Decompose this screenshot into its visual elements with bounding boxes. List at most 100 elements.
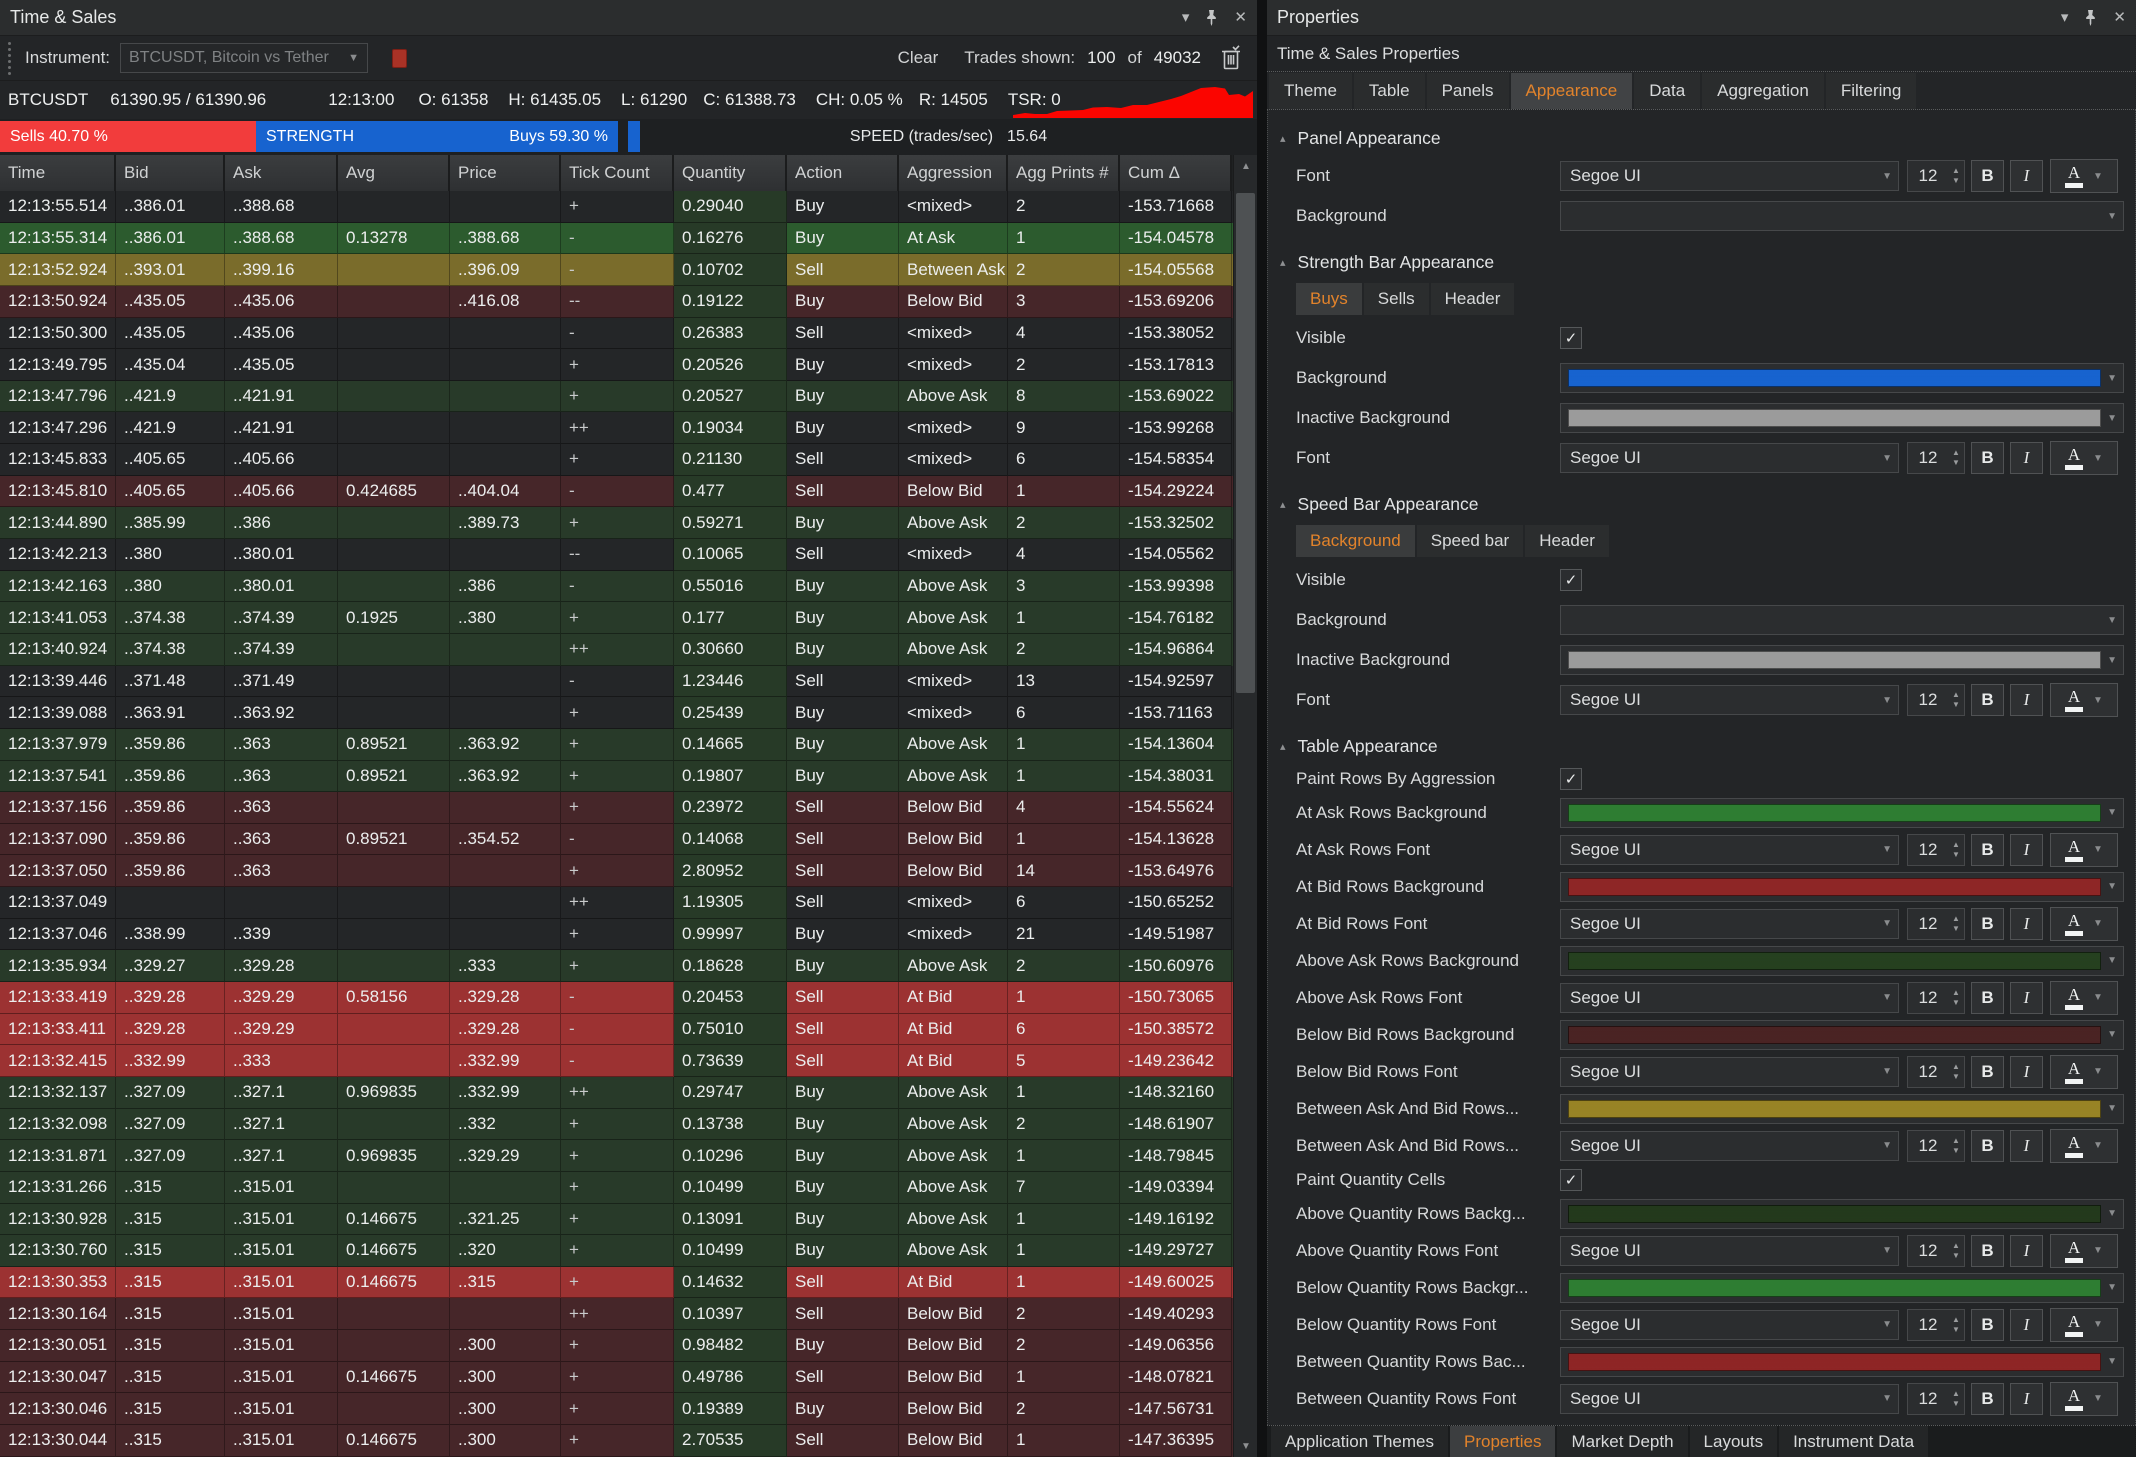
bold-button[interactable]: B — [1971, 982, 2004, 1014]
bold-button[interactable]: B — [1971, 1130, 2004, 1162]
column-header-action[interactable]: Action — [787, 155, 899, 191]
font-dropdown-below-quantity-rows-font[interactable]: Segoe UI▼ — [1560, 1310, 1899, 1340]
font-size-stepper[interactable]: 12▲▼ — [1907, 160, 1965, 192]
table-row[interactable]: 12:13:35.934..329.27..329.28..333+0.1862… — [0, 950, 1233, 982]
column-header-price[interactable]: Price — [450, 155, 561, 191]
color-dropdown-inactive-background[interactable]: ▼ — [1560, 645, 2124, 675]
font-color-button[interactable]: A▼ — [2050, 1308, 2118, 1342]
trash-icon[interactable] — [1219, 45, 1243, 71]
font-dropdown-font[interactable]: Segoe UI▼ — [1560, 685, 1899, 715]
font-dropdown-below-bid-rows-font[interactable]: Segoe UI▼ — [1560, 1057, 1899, 1087]
color-dropdown-background[interactable]: ▼ — [1560, 363, 2124, 393]
subtab-buys[interactable]: Buys — [1296, 283, 1362, 315]
table-row[interactable]: 12:13:37.049++1.19305Sell<mixed>6-150.65… — [0, 887, 1233, 919]
stepper-up-icon[interactable]: ▲ — [1952, 1316, 1960, 1324]
italic-button[interactable]: I — [2010, 442, 2043, 474]
font-dropdown-above-ask-rows-font[interactable]: Segoe UI▼ — [1560, 983, 1899, 1013]
table-row[interactable]: 12:13:30.047..315..315.010.146675..300+0… — [0, 1362, 1233, 1394]
tab-panels[interactable]: Panels — [1427, 73, 1509, 109]
stepper-down-icon[interactable]: ▼ — [1952, 1073, 1960, 1081]
close-icon[interactable]: ✕ — [1234, 10, 1247, 25]
font-color-button[interactable]: A▼ — [2050, 833, 2118, 867]
table-row[interactable]: 12:13:30.046..315..315.01..300+0.19389Bu… — [0, 1393, 1233, 1425]
table-row[interactable]: 12:13:30.164..315..315.01++0.10397SellBe… — [0, 1298, 1233, 1330]
scroll-up-icon[interactable]: ▲ — [1234, 155, 1258, 177]
font-dropdown-at-ask-rows-font[interactable]: Segoe UI▼ — [1560, 835, 1899, 865]
table-row[interactable]: 12:13:39.446..371.48..371.49-1.23446Sell… — [0, 666, 1233, 698]
bold-button[interactable]: B — [1971, 1309, 2004, 1341]
drag-grip-icon[interactable] — [8, 42, 11, 75]
panel-divider[interactable] — [1257, 0, 1267, 1457]
bold-button[interactable]: B — [1971, 1235, 2004, 1267]
stepper-down-icon[interactable]: ▼ — [1952, 999, 1960, 1007]
collapse-arrow-icon[interactable]: ▴ — [1280, 256, 1286, 269]
font-color-button[interactable]: A▼ — [2050, 159, 2118, 193]
column-header-tick-count[interactable]: Tick Count — [561, 155, 674, 191]
stepper-down-icon[interactable]: ▼ — [1952, 1400, 1960, 1408]
font-color-button[interactable]: A▼ — [2050, 907, 2118, 941]
stepper-down-icon[interactable]: ▼ — [1952, 701, 1960, 709]
column-header-bid[interactable]: Bid — [116, 155, 225, 191]
table-row[interactable]: 12:13:32.137..327.09..327.10.969835..332… — [0, 1077, 1233, 1109]
font-color-button[interactable]: A▼ — [2050, 1234, 2118, 1268]
tab-table[interactable]: Table — [1354, 73, 1425, 109]
italic-button[interactable]: I — [2010, 1130, 2043, 1162]
table-row[interactable]: 12:13:47.796..421.9..421.91+0.20527BuyAb… — [0, 381, 1233, 413]
bold-button[interactable]: B — [1971, 1056, 2004, 1088]
font-size-stepper[interactable]: 12▲▼ — [1907, 684, 1965, 716]
color-dropdown-below-bid-rows-background[interactable]: ▼ — [1560, 1020, 2124, 1050]
font-color-button[interactable]: A▼ — [2050, 1382, 2118, 1416]
stepper-up-icon[interactable]: ▲ — [1952, 1137, 1960, 1145]
color-dropdown-between-ask-and-bid-rows[interactable]: ▼ — [1560, 1094, 2124, 1124]
font-color-button[interactable]: A▼ — [2050, 441, 2118, 475]
font-color-button[interactable]: A▼ — [2050, 1129, 2118, 1163]
color-dropdown-at-bid-rows-background[interactable]: ▼ — [1560, 872, 2124, 902]
color-dropdown-background[interactable]: ▼ — [1560, 605, 2124, 635]
collapse-arrow-icon[interactable]: ▴ — [1280, 498, 1286, 511]
table-row[interactable]: 12:13:49.795..435.04..435.05+0.20526Buy<… — [0, 349, 1233, 381]
font-size-stepper[interactable]: 12▲▼ — [1907, 1309, 1965, 1341]
font-size-stepper[interactable]: 12▲▼ — [1907, 1383, 1965, 1415]
subtab-background[interactable]: Background — [1296, 525, 1415, 557]
italic-button[interactable]: I — [2010, 908, 2043, 940]
table-row[interactable]: 12:13:50.924..435.05..435.06..416.08--0.… — [0, 286, 1233, 318]
subtab-sells[interactable]: Sells — [1364, 283, 1429, 315]
tab-filtering[interactable]: Filtering — [1826, 73, 1916, 109]
italic-button[interactable]: I — [2010, 834, 2043, 866]
stepper-down-icon[interactable]: ▼ — [1952, 1326, 1960, 1334]
table-row[interactable]: 12:13:33.419..329.28..329.290.58156..329… — [0, 982, 1233, 1014]
stepper-down-icon[interactable]: ▼ — [1952, 1147, 1960, 1155]
stepper-down-icon[interactable]: ▼ — [1952, 925, 1960, 933]
bottom-tab-market-depth[interactable]: Market Depth — [1557, 1426, 1687, 1457]
column-header-agg-prints[interactable]: Agg Prints # — [1008, 155, 1120, 191]
section-header[interactable]: ▴Speed Bar Appearance — [1268, 486, 2135, 522]
collapse-arrow-icon[interactable]: ▴ — [1280, 132, 1286, 145]
table-row[interactable]: 12:13:47.296..421.9..421.91++0.19034Buy<… — [0, 412, 1233, 444]
stepper-up-icon[interactable]: ▲ — [1952, 1063, 1960, 1071]
font-size-stepper[interactable]: 12▲▼ — [1907, 908, 1965, 940]
tab-data[interactable]: Data — [1634, 73, 1700, 109]
table-row[interactable]: 12:13:37.050..359.86..363+2.80952SellBel… — [0, 855, 1233, 887]
close-icon[interactable]: ✕ — [2113, 10, 2126, 25]
stepper-up-icon[interactable]: ▲ — [1952, 1242, 1960, 1250]
column-header-ask[interactable]: Ask — [225, 155, 338, 191]
font-dropdown-between-ask-and-bid-rows[interactable]: Segoe UI▼ — [1560, 1131, 1899, 1161]
font-dropdown-font[interactable]: Segoe UI▼ — [1560, 161, 1899, 191]
stepper-up-icon[interactable]: ▲ — [1952, 915, 1960, 923]
font-size-stepper[interactable]: 12▲▼ — [1907, 1130, 1965, 1162]
font-color-button[interactable]: A▼ — [2050, 981, 2118, 1015]
section-header[interactable]: ▴Table Appearance — [1268, 728, 2135, 764]
column-header-cum-delta[interactable]: Cum Δ — [1120, 155, 1232, 191]
font-color-button[interactable]: A▼ — [2050, 1055, 2118, 1089]
column-header-avg[interactable]: Avg — [338, 155, 450, 191]
table-row[interactable]: 12:13:50.300..435.05..435.06-0.26383Sell… — [0, 318, 1233, 350]
italic-button[interactable]: I — [2010, 1309, 2043, 1341]
pin-icon[interactable] — [1205, 10, 1218, 26]
symbol-link-color-box[interactable] — [392, 49, 407, 68]
checkbox-visible[interactable]: ✓ — [1560, 569, 1582, 591]
stepper-up-icon[interactable]: ▲ — [1952, 1390, 1960, 1398]
bold-button[interactable]: B — [1971, 160, 2004, 192]
bold-button[interactable]: B — [1971, 834, 2004, 866]
table-row[interactable]: 12:13:37.046..338.99..339+0.99997Buy<mix… — [0, 919, 1233, 951]
bold-button[interactable]: B — [1971, 442, 2004, 474]
